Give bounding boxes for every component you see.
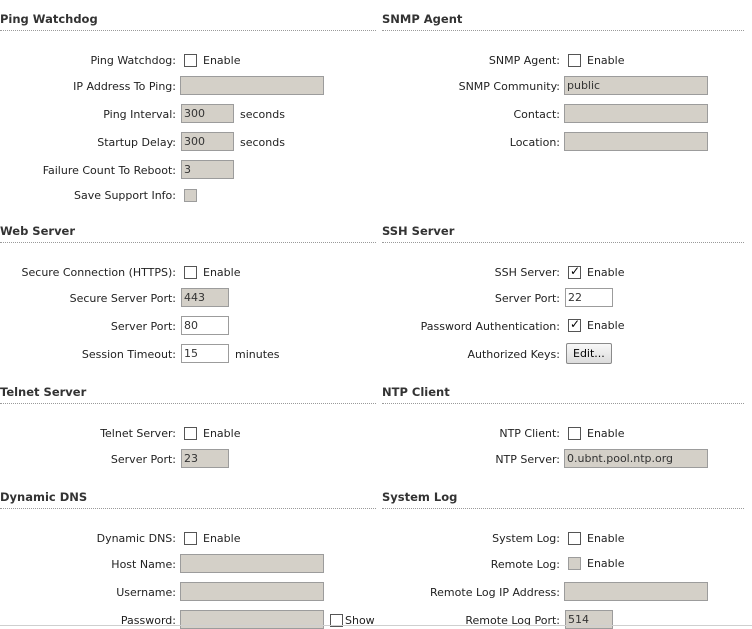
https-checkbox[interactable] <box>184 266 197 279</box>
snmp-community-label: SNMP Community: <box>458 80 560 93</box>
telnet-port-label: Server Port: <box>110 453 176 466</box>
remote-log-label: Remote Log: <box>490 558 560 571</box>
remote-log-ip-field[interactable] <box>564 582 708 601</box>
telnet-server-title: Telnet Server <box>0 385 376 404</box>
dynamic-dns-enable-label: Enable <box>203 532 241 545</box>
ssh-server-label: SSH Server: <box>494 266 560 279</box>
ssh-server-checkbox[interactable]: ✓ <box>568 264 581 279</box>
ssh-port-field[interactable]: 22 <box>565 288 613 307</box>
web-port-label: Server Port: <box>110 320 176 333</box>
contact-field[interactable] <box>564 104 708 123</box>
edit-keys-button[interactable]: Edit... <box>566 343 612 364</box>
contact-label: Contact: <box>513 108 560 121</box>
snmp-agent-label: SNMP Agent: <box>488 54 560 67</box>
session-timeout-label: Session Timeout: <box>81 348 176 361</box>
remote-log-enable-label: Enable <box>587 557 625 570</box>
secure-port-field[interactable]: 443 <box>181 288 229 307</box>
snmp-agent-enable-label: Enable <box>587 54 625 67</box>
host-name-label: Host Name: <box>111 558 176 571</box>
ssh-port-label: Server Port: <box>494 292 560 305</box>
session-timeout-field[interactable]: 15 <box>181 344 229 363</box>
ping-watchdog-title: Ping Watchdog <box>0 12 376 31</box>
username-label: Username: <box>116 586 176 599</box>
bottom-divider <box>0 625 752 626</box>
save-support-info-label: Save Support Info: <box>73 189 176 202</box>
telnet-port-field[interactable]: 23 <box>181 449 229 468</box>
startup-delay-label: Startup Delay: <box>97 136 176 149</box>
ping-interval-label: Ping Interval: <box>103 108 176 121</box>
failure-count-label: Failure Count To Reboot: <box>42 164 176 177</box>
location-field[interactable] <box>564 132 708 151</box>
telnet-enable-label: Enable <box>203 427 241 440</box>
password-auth-checkbox[interactable]: ✓ <box>568 317 581 332</box>
startup-delay-unit: seconds <box>240 136 285 149</box>
ntp-client-checkbox[interactable] <box>568 427 581 440</box>
dynamic-dns-checkbox[interactable] <box>184 532 197 545</box>
web-port-field[interactable]: 80 <box>181 316 229 335</box>
ping-interval-field[interactable]: 300 <box>181 104 234 123</box>
check-icon: ✓ <box>570 264 581 278</box>
system-log-enable-label: Enable <box>587 532 625 545</box>
snmp-community-field[interactable]: public <box>564 76 708 95</box>
ping-watchdog-checkbox[interactable] <box>184 54 197 67</box>
remote-log-checkbox[interactable] <box>568 557 581 570</box>
dynamic-dns-title: Dynamic DNS <box>0 490 376 509</box>
secure-port-label: Secure Server Port: <box>69 292 176 305</box>
system-log-checkbox[interactable] <box>568 532 581 545</box>
host-name-field[interactable] <box>180 554 324 573</box>
remote-log-ip-label: Remote Log IP Address: <box>430 586 560 599</box>
session-timeout-unit: minutes <box>235 348 280 361</box>
ntp-client-label: NTP Client: <box>499 427 560 440</box>
https-label: Secure Connection (HTTPS): <box>21 266 176 279</box>
telnet-server-checkbox[interactable] <box>184 427 197 440</box>
check-icon: ✓ <box>570 317 581 331</box>
authorized-keys-label: Authorized Keys: <box>467 348 561 361</box>
password-auth-label: Password Authentication: <box>420 320 560 333</box>
ssh-server-title: SSH Server <box>382 224 744 243</box>
ip-to-ping-field[interactable] <box>180 76 324 95</box>
system-log-label: System Log: <box>492 532 560 545</box>
ntp-client-title: NTP Client <box>382 385 744 404</box>
save-support-info-checkbox[interactable] <box>184 189 197 202</box>
failure-count-field[interactable]: 3 <box>181 160 234 179</box>
remote-log-port-field[interactable]: 514 <box>565 610 613 629</box>
ping-interval-unit: seconds <box>240 108 285 121</box>
snmp-agent-checkbox[interactable] <box>568 54 581 67</box>
ping-watchdog-label: Ping Watchdog: <box>90 54 176 67</box>
ntp-enable-label: Enable <box>587 427 625 440</box>
telnet-server-label: Telnet Server: <box>100 427 176 440</box>
password-auth-enable-label: Enable <box>587 319 625 332</box>
https-enable-label: Enable <box>203 266 241 279</box>
snmp-agent-title: SNMP Agent <box>382 12 744 31</box>
ntp-server-label: NTP Server: <box>495 453 560 466</box>
startup-delay-field[interactable]: 300 <box>181 132 234 151</box>
system-log-title: System Log <box>382 490 744 509</box>
web-server-title: Web Server <box>0 224 376 243</box>
ip-to-ping-label: IP Address To Ping: <box>73 80 176 93</box>
password-field[interactable] <box>180 610 324 629</box>
ssh-server-enable-label: Enable <box>587 266 625 279</box>
ping-watchdog-enable-label: Enable <box>203 54 241 67</box>
location-label: Location: <box>509 136 560 149</box>
dynamic-dns-label: Dynamic DNS: <box>96 532 176 545</box>
ntp-server-field[interactable]: 0.ubnt.pool.ntp.org <box>564 449 708 468</box>
username-field[interactable] <box>180 582 324 601</box>
